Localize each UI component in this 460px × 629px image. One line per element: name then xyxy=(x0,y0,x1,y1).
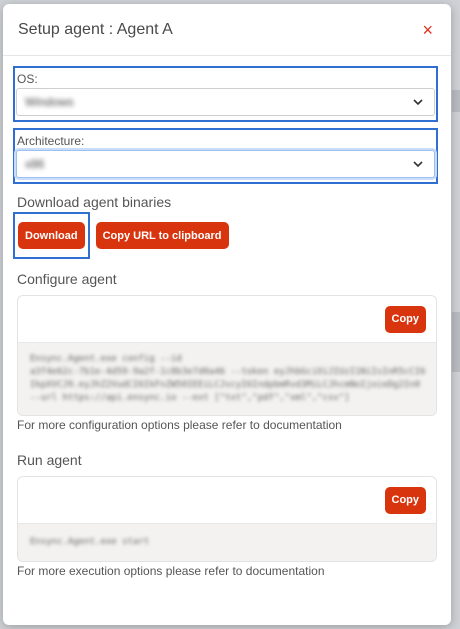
os-select[interactable]: Windows xyxy=(16,88,435,116)
modal-body: OS: Windows Architecture: x86 Download a… xyxy=(3,66,451,578)
download-button[interactable]: Download xyxy=(18,222,85,249)
architecture-select-value: x86 xyxy=(25,157,45,171)
code-line: --url https://api.ensync.io --ext ["txt"… xyxy=(30,393,350,403)
run-card-toolbar: Copy xyxy=(18,477,436,523)
configure-section-title: Configure agent xyxy=(17,271,117,287)
run-code-block: Ensync.Agent.exe start xyxy=(18,523,436,561)
copy-url-button[interactable]: Copy URL to clipboard xyxy=(95,222,229,249)
download-focus-box: Download xyxy=(13,212,90,259)
os-label: OS: xyxy=(17,72,38,86)
chevron-down-icon xyxy=(413,161,423,168)
code-line: Ensync.Agent.exe start xyxy=(30,537,150,547)
modal-title: Setup agent : Agent A xyxy=(18,20,173,38)
copy-config-button[interactable]: Copy xyxy=(384,305,426,333)
close-icon[interactable]: × xyxy=(418,17,437,43)
modal-header: Setup agent : Agent A × xyxy=(3,4,451,56)
os-select-value: Windows xyxy=(25,95,74,109)
configure-card-toolbar: Copy xyxy=(18,296,436,342)
architecture-select[interactable]: x86 xyxy=(16,150,435,178)
run-code-card: Copy Ensync.Agent.exe start xyxy=(17,476,437,562)
configure-note: For more configuration options please re… xyxy=(17,418,342,432)
architecture-field: Architecture: x86 xyxy=(13,128,438,184)
download-section-title: Download agent binaries xyxy=(17,194,172,210)
download-button-row: Download Copy URL to clipboard xyxy=(13,212,437,259)
backdrop-row xyxy=(452,312,460,372)
code-line: IkpXVCJ9.eyJhZ2VudCI6IkFnZW50IEEiLCJvcyI… xyxy=(30,380,421,390)
architecture-label: Architecture: xyxy=(17,134,85,148)
run-note: For more execution options please refer … xyxy=(17,564,325,578)
copy-run-button[interactable]: Copy xyxy=(384,486,426,514)
setup-agent-modal: Setup agent : Agent A × OS: Windows Arch… xyxy=(3,4,451,625)
code-line: Ensync.Agent.exe config --id xyxy=(30,354,182,364)
chevron-down-icon xyxy=(413,99,423,106)
configure-code-card: Copy Ensync.Agent.exe config --id a3f4e6… xyxy=(17,295,437,416)
os-field: OS: Windows xyxy=(13,66,438,122)
run-section-title: Run agent xyxy=(17,452,82,468)
code-line: a3f4e62c-7b1e-4d59-9a2f-1c8b3e7d0a46 --t… xyxy=(30,367,426,377)
configure-code-block: Ensync.Agent.exe config --id a3f4e62c-7b… xyxy=(18,342,436,415)
backdrop-row xyxy=(452,90,460,112)
